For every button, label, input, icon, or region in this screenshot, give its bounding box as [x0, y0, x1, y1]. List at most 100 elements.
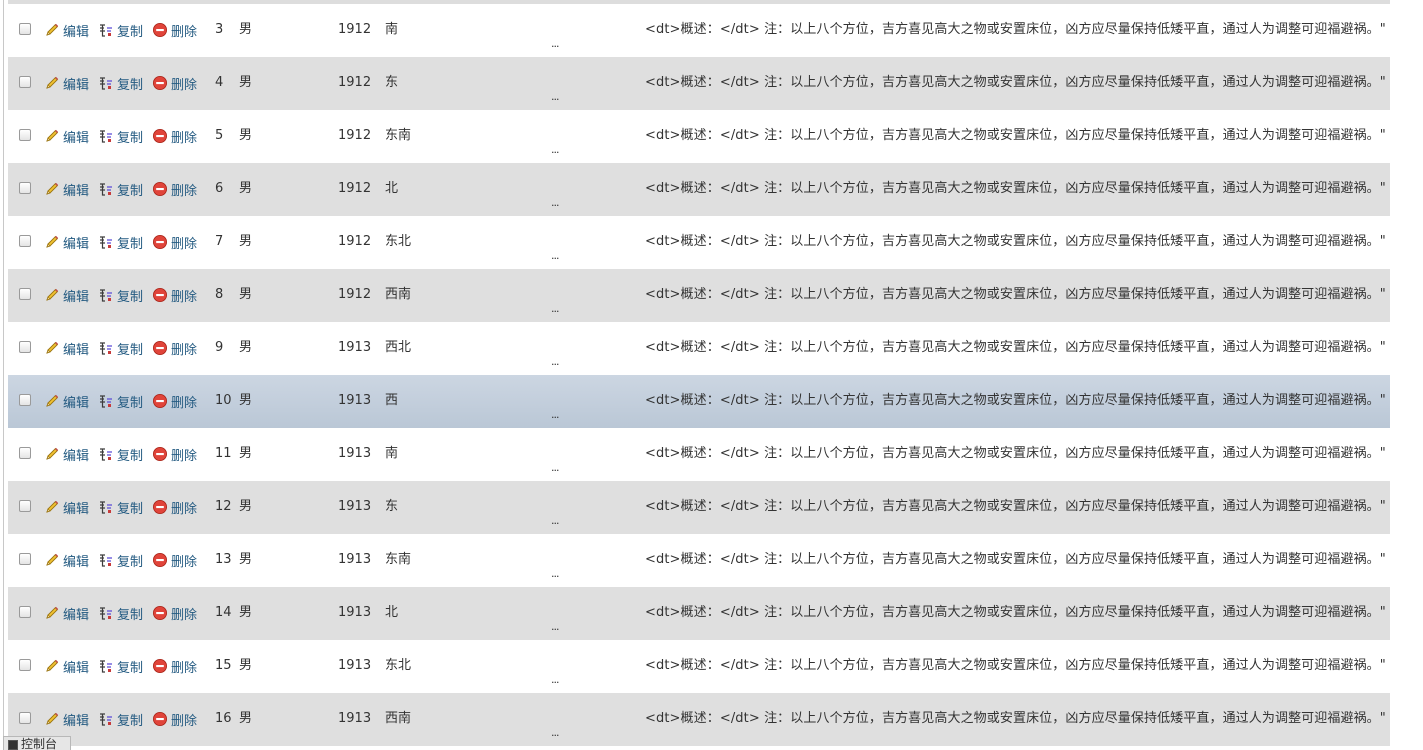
edit-link[interactable]: 编辑 [44, 497, 89, 517]
pencil-icon [46, 553, 59, 566]
truncation-marker[interactable]: ... [551, 673, 559, 686]
truncation-marker[interactable]: ... [551, 355, 559, 368]
delete-link[interactable]: 删除 [152, 603, 197, 623]
row-select-checkbox[interactable] [19, 712, 31, 724]
row-select-checkbox[interactable] [19, 182, 31, 194]
copy-link[interactable]: 复制 [98, 550, 143, 570]
cell-id: 15 [215, 658, 232, 673]
row-select-checkbox[interactable] [19, 553, 31, 565]
copy-link[interactable]: 复制 [98, 126, 143, 146]
copy-link[interactable]: 复制 [98, 603, 143, 623]
copy-link[interactable]: 复制 [98, 179, 143, 199]
cell-sex: 男 [239, 75, 253, 90]
truncation-marker[interactable]: ... [551, 302, 559, 315]
cell-id: 16 [215, 711, 232, 726]
copy-link[interactable]: 复制 [98, 656, 143, 676]
table-row: 编辑 复制 删除 8 男 1912 西南 ... <dt>概述：</dt> 注：… [8, 269, 1390, 322]
truncation-marker[interactable]: ... [551, 726, 559, 739]
edit-link[interactable]: 编辑 [44, 20, 89, 40]
delete-link[interactable]: 删除 [152, 232, 197, 252]
copy-link[interactable]: 复制 [98, 285, 143, 305]
cell-sex: 男 [239, 340, 253, 355]
truncation-marker[interactable]: ... [551, 143, 559, 156]
truncation-marker[interactable]: ... [551, 514, 559, 527]
delete-link[interactable]: 删除 [152, 179, 197, 199]
console-tab[interactable]: 控制台 [3, 736, 71, 750]
delete-circle-icon [153, 288, 167, 302]
truncation-marker[interactable]: ... [551, 567, 559, 580]
edit-label: 编辑 [63, 236, 90, 252]
truncation-marker[interactable]: ... [551, 37, 559, 50]
edit-link[interactable]: 编辑 [44, 709, 89, 729]
copy-link[interactable]: 复制 [98, 20, 143, 40]
table-row: 编辑 复制 删除 3 男 1912 南 ... <dt>概述：</dt> 注：以… [8, 4, 1390, 57]
row-select-checkbox[interactable] [19, 659, 31, 671]
copy-icon [100, 448, 112, 461]
edit-link[interactable]: 编辑 [44, 73, 89, 93]
delete-link[interactable]: 删除 [152, 126, 197, 146]
delete-circle-icon [153, 500, 167, 514]
delete-link[interactable]: 删除 [152, 709, 197, 729]
edit-link[interactable]: 编辑 [44, 444, 89, 464]
copy-label: 复制 [117, 448, 144, 464]
delete-label: 删除 [171, 713, 198, 729]
copy-link[interactable]: 复制 [98, 444, 143, 464]
delete-link[interactable]: 删除 [152, 338, 197, 358]
delete-link[interactable]: 删除 [152, 20, 197, 40]
edit-link[interactable]: 编辑 [44, 603, 89, 623]
truncation-marker[interactable]: ... [551, 461, 559, 474]
copy-link[interactable]: 复制 [98, 709, 143, 729]
copy-link[interactable]: 复制 [98, 338, 143, 358]
truncation-marker[interactable]: ... [551, 196, 559, 209]
cell-sex: 男 [239, 287, 253, 302]
truncation-marker[interactable]: ... [551, 620, 559, 633]
edit-link[interactable]: 编辑 [44, 338, 89, 358]
row-select-checkbox[interactable] [19, 288, 31, 300]
delete-label: 删除 [171, 342, 198, 358]
delete-link[interactable]: 删除 [152, 391, 197, 411]
cell-sex: 男 [239, 128, 253, 143]
cell-direction: 西南 [385, 711, 412, 726]
delete-link[interactable]: 删除 [152, 497, 197, 517]
delete-label: 删除 [171, 130, 198, 146]
edit-link[interactable]: 编辑 [44, 126, 89, 146]
delete-link[interactable]: 删除 [152, 550, 197, 570]
row-select-checkbox[interactable] [19, 394, 31, 406]
edit-link[interactable]: 编辑 [44, 550, 89, 570]
copy-label: 复制 [117, 77, 144, 93]
delete-circle-icon [153, 447, 167, 461]
copy-link[interactable]: 复制 [98, 232, 143, 252]
row-select-checkbox[interactable] [19, 606, 31, 618]
cell-description: <dt>概述：</dt> 注：以上八个方位，吉方喜见高大之物或安置床位，凶方应尽… [645, 605, 1386, 620]
pencil-icon [46, 500, 59, 513]
row-select-checkbox[interactable] [19, 447, 31, 459]
delete-link[interactable]: 删除 [152, 73, 197, 93]
row-select-checkbox[interactable] [19, 129, 31, 141]
row-select-checkbox[interactable] [19, 76, 31, 88]
truncation-marker[interactable]: ... [551, 408, 559, 421]
copy-link[interactable]: 复制 [98, 391, 143, 411]
delete-label: 删除 [171, 395, 198, 411]
cell-id: 9 [215, 340, 224, 355]
copy-link[interactable]: 复制 [98, 497, 143, 517]
truncation-marker[interactable]: ... [551, 90, 559, 103]
row-select-checkbox[interactable] [19, 235, 31, 247]
pencil-icon [46, 76, 59, 89]
cell-direction: 西南 [385, 287, 412, 302]
edit-link[interactable]: 编辑 [44, 656, 89, 676]
edit-label: 编辑 [63, 660, 90, 676]
copy-link[interactable]: 复制 [98, 73, 143, 93]
delete-link[interactable]: 删除 [152, 444, 197, 464]
row-select-checkbox[interactable] [19, 500, 31, 512]
cell-year: 1913 [338, 340, 372, 355]
delete-link[interactable]: 删除 [152, 285, 197, 305]
edit-link[interactable]: 编辑 [44, 179, 89, 199]
copy-icon [100, 395, 112, 408]
edit-link[interactable]: 编辑 [44, 285, 89, 305]
edit-link[interactable]: 编辑 [44, 391, 89, 411]
truncation-marker[interactable]: ... [551, 249, 559, 262]
row-select-checkbox[interactable] [19, 23, 31, 35]
delete-link[interactable]: 删除 [152, 656, 197, 676]
row-select-checkbox[interactable] [19, 341, 31, 353]
edit-link[interactable]: 编辑 [44, 232, 89, 252]
